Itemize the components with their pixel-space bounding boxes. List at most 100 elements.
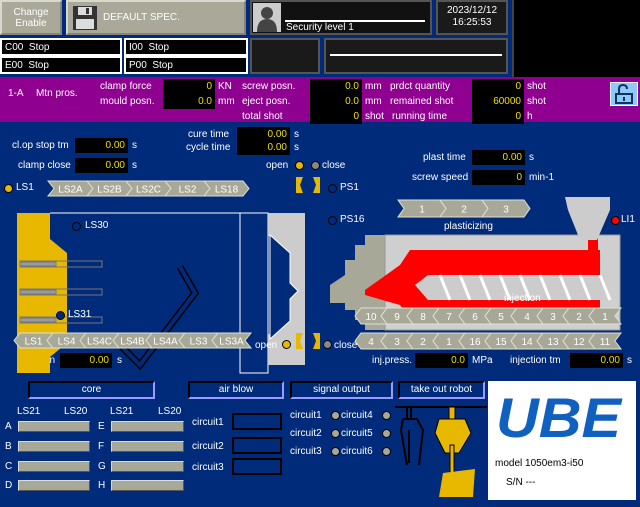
inj-row1-label: 1	[602, 312, 608, 323]
info-unit: mm	[218, 96, 235, 107]
progress-panel	[324, 38, 508, 74]
core-row-label: B	[5, 441, 12, 452]
bottom-ls-label: LS4C	[87, 337, 112, 348]
core-bar	[18, 421, 90, 432]
floppy-disk-icon	[73, 5, 97, 30]
top-ls-label: LS2	[179, 185, 197, 196]
signal-circuit-label: circuit1	[290, 410, 322, 421]
info-value: 0	[472, 109, 524, 124]
core-row-label: G	[98, 461, 106, 472]
ls30-label: LS30	[85, 220, 109, 231]
ls30-led	[72, 222, 81, 231]
workpiece	[439, 469, 475, 497]
date: 2023/12/12	[446, 5, 498, 16]
signal-circuit-led	[331, 429, 340, 438]
machine-diagram: LS2A LS2B LS2C LS2 LS18LS1 LS4 LS4C LS4B LS4A LS3…	[13, 180, 622, 374]
time: 16:25:53	[452, 17, 492, 28]
close-label-top: close	[322, 160, 346, 171]
process: Mtn pros.	[36, 88, 78, 99]
core-bar	[111, 461, 184, 472]
ube-logo: UBE	[496, 391, 623, 441]
bottom-ls-label: LS3A	[219, 337, 244, 348]
close-label-bottom: close	[334, 340, 358, 351]
info-value: 60000	[472, 94, 524, 109]
info-label: eject posn.	[242, 96, 291, 107]
injection-label: injection	[504, 293, 541, 304]
li1-led	[611, 216, 620, 225]
info-label: mould posn.	[100, 96, 155, 107]
open-led-top	[295, 161, 304, 170]
core-ls20-right: LS20	[158, 406, 182, 417]
info-unit: mm	[365, 81, 382, 92]
datetime: 2023/12/12 16:25:53	[436, 0, 508, 35]
ps1-led	[328, 184, 337, 193]
info-unit: mm	[365, 96, 382, 107]
info-unit: KN	[218, 81, 232, 92]
spec-button[interactable]: DEFAULT SPEC.	[66, 0, 246, 35]
info-value: 0	[163, 79, 215, 94]
serial-number: S/N ---	[506, 477, 536, 488]
bottom-ls-label: LS4A	[153, 337, 178, 348]
plast-step-label: 3	[503, 205, 509, 216]
robot-diagram	[395, 406, 487, 497]
top-ls-label: LS18	[215, 185, 239, 196]
signal-circuit-led	[382, 429, 391, 438]
top-ls-label: LS2C	[136, 185, 161, 196]
inj-row1-label: 5	[498, 312, 504, 323]
info-label: total shot	[242, 111, 283, 122]
change-enable-button[interactable]: Change Enable	[0, 0, 62, 35]
inj-row2-label: 4	[368, 337, 374, 348]
inj-row2-label: 1	[446, 337, 452, 348]
lock-button[interactable]	[610, 82, 638, 106]
inj-row2-label: 13	[547, 337, 559, 348]
core-bar	[18, 480, 90, 491]
core-bar	[18, 461, 90, 472]
status-e: E00 Stop	[0, 56, 122, 74]
inj-row2-label: 11	[600, 337, 611, 348]
ls31-led	[56, 311, 65, 320]
ls31-label: LS31	[68, 309, 92, 320]
signal-circuit-led	[382, 411, 391, 420]
inj-row1-label: 8	[420, 312, 426, 323]
security-level: Security level 1	[286, 22, 354, 33]
air-blow-button[interactable]: air blow	[188, 381, 284, 399]
user-icon	[253, 3, 281, 32]
brand-panel: UBE model 1050em3-i50 S/N ---	[488, 381, 636, 500]
info-unit: shot	[365, 111, 384, 122]
core-row-label: C	[5, 461, 13, 472]
info-unit: shot	[527, 81, 546, 92]
open-label-top: open	[266, 160, 289, 171]
top-ls-label: LS2B	[97, 185, 122, 196]
inj-row2-label: 12	[573, 337, 585, 348]
mould-clamp-icon	[296, 177, 320, 193]
air-blow-circuit-indicator	[232, 458, 282, 475]
core-row-label: H	[98, 480, 106, 491]
core-button[interactable]: core	[28, 381, 155, 399]
air-blow-circuit-label: circuit3	[192, 462, 224, 473]
inj-row1-label: 10	[365, 312, 377, 323]
take-out-robot-button[interactable]: take out robot	[398, 381, 485, 399]
info-value: 0.0	[163, 94, 215, 109]
signal-circuit-label: circuit6	[341, 446, 373, 457]
plasticizing-label: plasticizing	[444, 221, 493, 232]
signal-output-button[interactable]: signal output	[290, 381, 393, 399]
bottom-ls-label: LS4B	[120, 337, 145, 348]
core-row-label: E	[98, 421, 105, 432]
core-bar	[18, 441, 90, 452]
ps16-led	[328, 216, 337, 225]
inj-row2-label: 2	[420, 337, 426, 348]
signal-circuit-led	[382, 447, 391, 456]
core-bar	[111, 480, 184, 491]
status-c: C00 Stop	[0, 38, 122, 56]
core-bar	[111, 421, 184, 432]
info-value: 0.0	[310, 94, 362, 109]
info-label: running time	[392, 111, 448, 122]
core-row-label: A	[5, 421, 12, 432]
air-blow-circuit-label: circuit1	[192, 417, 224, 428]
hopper	[565, 197, 610, 240]
li1-label: LI1	[621, 214, 635, 225]
air-blow-circuit-label: circuit2	[192, 441, 224, 452]
inj-row2-label: 14	[521, 337, 533, 348]
info-unit: shot	[527, 96, 546, 107]
info-unit: h	[527, 111, 533, 122]
